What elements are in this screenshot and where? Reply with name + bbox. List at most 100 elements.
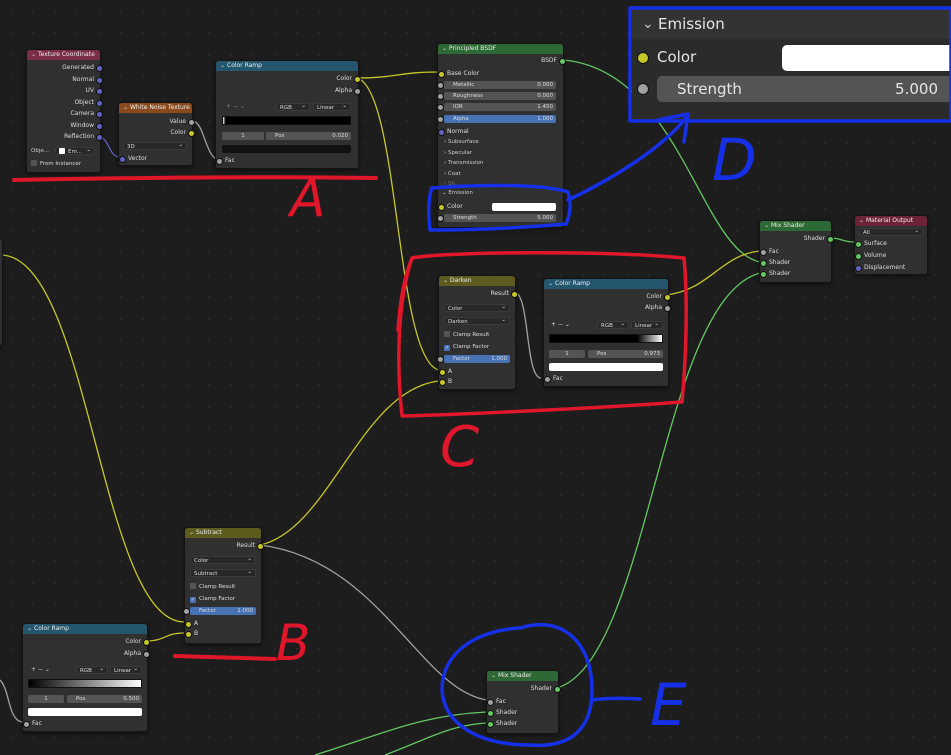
dimension-dropdown[interactable]: 3D — [123, 141, 187, 150]
float-socket-icon[interactable] — [437, 356, 444, 363]
vector-socket-icon[interactable] — [96, 77, 103, 84]
panel-coat[interactable]: › Coat — [444, 171, 461, 177]
panel-specular[interactable]: › Specular — [444, 150, 472, 156]
float-socket-icon[interactable] — [23, 721, 30, 728]
shader-socket-icon[interactable] — [855, 241, 862, 248]
stop-index-field[interactable]: 1 — [222, 132, 264, 140]
collapse-chevron-icon[interactable]: ⌄ — [220, 61, 227, 71]
data-type-dropdown[interactable]: Color — [190, 555, 256, 564]
from-instancer-checkbox[interactable]: From Instancer — [31, 160, 81, 168]
interpolation-dropdown[interactable]: Linear — [110, 665, 142, 674]
color-socket-icon[interactable] — [439, 369, 446, 376]
pos-field[interactable]: Pos 0.500 — [67, 695, 142, 703]
vector-socket-icon[interactable] — [96, 65, 103, 72]
color-mode-dropdown[interactable]: RGB — [276, 102, 310, 111]
factor-field[interactable]: Factor 1.000 — [437, 355, 510, 363]
color-socket-icon[interactable] — [188, 130, 195, 137]
panel-emission-header[interactable]: ⌄ Emission — [442, 190, 473, 196]
node-header[interactable]: ⌄ Color Ramp — [23, 624, 147, 634]
stop-index-field[interactable]: 1 — [549, 350, 585, 358]
ramp-gradient[interactable] — [222, 116, 351, 125]
float-socket-icon[interactable] — [183, 608, 190, 615]
roughness-field[interactable]: Roughness 0.000 — [437, 92, 556, 100]
collapse-chevron-icon[interactable]: ⌄ — [548, 279, 555, 289]
float-socket-icon[interactable] — [437, 104, 444, 111]
float-socket-icon[interactable] — [760, 249, 767, 256]
color-socket-icon[interactable] — [438, 204, 445, 211]
principled-bsdf-node[interactable]: ⌄ Principled BSDF BSDF Base Color Metalli… — [437, 43, 566, 228]
float-socket-icon[interactable] — [487, 699, 494, 706]
float-socket-icon[interactable] — [188, 119, 195, 126]
node-header[interactable]: ⌄ Principled BSDF — [438, 44, 563, 54]
node-header[interactable]: ⌄ Material Output — [855, 216, 927, 226]
emission-strength-field[interactable]: Strength 5.000 — [437, 214, 556, 222]
target-dropdown[interactable]: All — [859, 227, 923, 236]
vector-socket-icon[interactable] — [855, 265, 862, 272]
factor-field[interactable]: Factor 1.000 — [183, 607, 256, 615]
shader-socket-icon[interactable] — [487, 710, 494, 717]
shader-socket-icon[interactable] — [559, 58, 566, 65]
offscreen-node-edge[interactable] — [0, 238, 3, 346]
stop-index-field[interactable]: 1 — [28, 695, 64, 703]
color-ramp-node-top[interactable]: ⌄Color Ramp Color Alpha + − ⌄ RGB Linear… — [215, 60, 361, 169]
clamp-result-checkbox[interactable]: Clamp Result — [190, 583, 235, 591]
float-socket-icon[interactable] — [437, 93, 444, 100]
interpolation-dropdown[interactable]: Linear — [313, 102, 351, 111]
collapse-chevron-icon[interactable]: ⌄ — [491, 671, 498, 681]
clamp-result-checkbox[interactable]: Clamp Result — [444, 331, 489, 339]
node-header[interactable]: ⌄ Color Ramp — [216, 61, 358, 71]
emission-zoom-header[interactable]: ⌄ Emission — [632, 9, 951, 39]
emission-color-swatch[interactable] — [492, 203, 556, 211]
float-socket-icon[interactable] — [664, 305, 671, 312]
ramp-tools[interactable]: + − ⌄ — [551, 321, 570, 328]
shader-socket-icon[interactable] — [855, 253, 862, 260]
color-socket-icon[interactable] — [354, 76, 361, 83]
collapse-chevron-icon[interactable]: ⌄ — [123, 103, 130, 113]
color-socket-icon[interactable] — [438, 71, 445, 78]
ramp-tools[interactable]: + − ⌄ — [31, 666, 50, 673]
color-socket-icon[interactable] — [664, 294, 671, 301]
color-socket-icon[interactable] — [511, 291, 518, 298]
node-header[interactable]: ⌄ Subtract — [185, 528, 261, 538]
color-socket-icon[interactable] — [257, 543, 264, 550]
vector-socket-icon[interactable] — [96, 134, 103, 141]
float-socket-icon[interactable] — [544, 376, 551, 383]
blend-mode-dropdown[interactable]: Darken — [444, 316, 510, 325]
panel-transmission[interactable]: › Transmission — [444, 160, 483, 166]
ior-field[interactable]: IOR 1.450 — [437, 103, 556, 111]
color-ramp-node-bottom[interactable]: ⌄Color Ramp Color Alpha + − ⌄ RGB Linear… — [22, 623, 150, 732]
shader-socket-icon[interactable] — [760, 271, 767, 278]
panel-sheen[interactable]: › Sh... — [444, 181, 460, 187]
color-socket-icon[interactable] — [439, 379, 446, 386]
node-header[interactable]: ⌄ Texture Coordinate — [27, 50, 100, 60]
subtract-mix-node[interactable]: ⌄Subtract Result Color Subtract Clamp Re… — [183, 527, 264, 644]
color-socket-icon[interactable] — [185, 631, 192, 638]
shader-socket-icon[interactable] — [487, 721, 494, 728]
collapse-chevron-icon[interactable]: ⌄ — [764, 221, 771, 231]
node-header[interactable]: ⌄ Color Ramp — [544, 279, 668, 289]
float-socket-icon[interactable] — [143, 651, 150, 658]
float-socket-icon[interactable] — [437, 215, 444, 222]
emission-color-swatch-large[interactable] — [782, 45, 951, 71]
panel-subsurface[interactable]: › Subsurface — [444, 139, 479, 145]
data-type-dropdown[interactable]: Color — [444, 303, 510, 312]
shader-socket-icon[interactable] — [554, 686, 561, 693]
emission-strength-field-large[interactable]: Strength 5.000 — [657, 76, 951, 102]
float-socket-icon[interactable] — [216, 158, 223, 165]
collapse-chevron-icon[interactable]: ⌄ — [442, 44, 449, 54]
stop-color-swatch[interactable] — [222, 145, 351, 153]
interpolation-dropdown[interactable]: Linear — [631, 320, 663, 329]
color-socket-icon[interactable] — [185, 621, 192, 628]
stop-color-swatch[interactable] — [549, 363, 663, 371]
vector-socket-icon[interactable] — [96, 100, 103, 107]
mix-shader-node-top[interactable]: ⌄ Mix Shader Shader Fac Shader Shader — [759, 220, 834, 283]
node-header[interactable]: ⌄ White Noise Texture — [119, 103, 192, 113]
clamp-factor-checkbox[interactable]: ✓ Clamp Factor — [444, 343, 489, 351]
float-socket-icon[interactable] — [354, 88, 361, 95]
collapse-chevron-icon[interactable]: ⌄ — [27, 624, 34, 634]
clamp-factor-checkbox[interactable]: ✓ Clamp Factor — [190, 595, 235, 603]
collapse-chevron-icon[interactable]: ⌄ — [443, 276, 450, 286]
float-socket-icon[interactable] — [437, 116, 444, 123]
collapse-chevron-icon[interactable]: ⌄ — [859, 216, 866, 226]
blend-mode-dropdown[interactable]: Subtract — [190, 568, 256, 577]
